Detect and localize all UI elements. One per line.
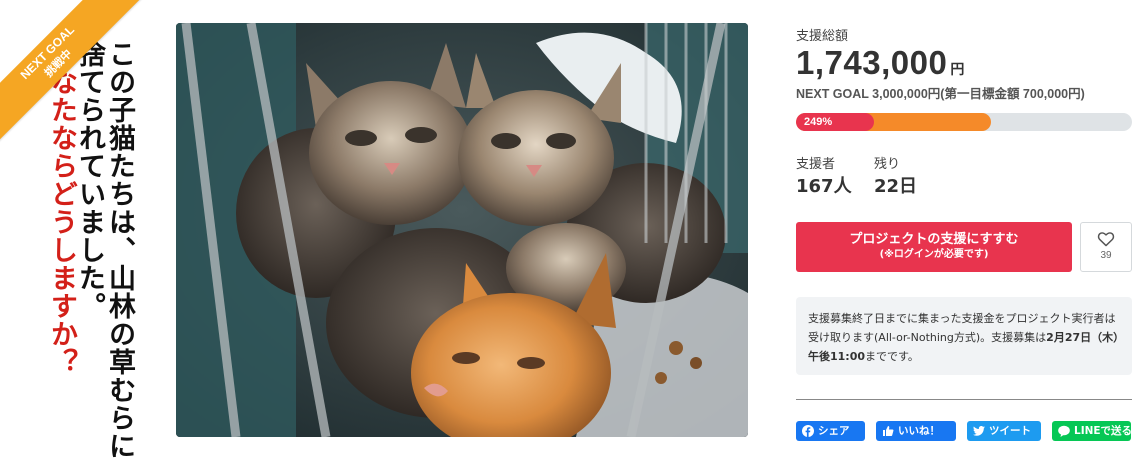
remaining-label: 残り [874, 157, 901, 172]
vertical-text-line-1: この子猫たちは、山林の草むらに [104, 40, 135, 460]
facebook-share-label: シェア [818, 425, 850, 437]
facebook-share-button[interactable]: シェア [796, 421, 865, 441]
funding-progress-bar: 249% [796, 113, 1132, 131]
support-project-button[interactable]: プロジェクトの支援にすすむ (※ログインが必要です) [796, 222, 1072, 272]
support-total-label: 支援総額 [796, 29, 849, 44]
heart-icon [1097, 232, 1115, 247]
all-or-nothing-notice: 支援募集終了日までに集まった支援金をプロジェクト実行者は受け取ります(All-o… [796, 297, 1132, 375]
line-icon [1058, 425, 1070, 437]
kittens-photo-illustration [176, 23, 748, 437]
favorite-button[interactable]: 39 [1080, 222, 1132, 272]
support-button-label: プロジェクトの支援にすすむ [849, 232, 1019, 247]
line-send-label: LINEで送る [1074, 425, 1133, 437]
support-button-login-note: (※ログインが必要です) [879, 249, 989, 260]
backers-count: 167人 [796, 176, 852, 197]
next-goal-text: NEXT GOAL 3,000,000円(第一目標金額 700,000円) [796, 87, 1085, 101]
amount-value: 1,743,000 [796, 44, 948, 81]
facebook-like-button[interactable]: いいね！ [876, 421, 956, 441]
project-main-image[interactable] [176, 23, 748, 437]
twitter-tweet-button[interactable]: ツイート [967, 421, 1041, 441]
notice-text-end: までです。 [865, 350, 919, 363]
thumbs-up-icon [883, 426, 894, 436]
remaining-days: 22日 [874, 176, 918, 197]
line-send-button[interactable]: LINEで送る [1052, 421, 1133, 441]
twitter-bird-icon [973, 426, 985, 436]
support-total-amount: 1,743,000 円 [796, 44, 964, 82]
amount-unit: 円 [950, 62, 965, 78]
backers-label: 支援者 [796, 157, 836, 172]
vertical-text-line-2: 捨てられていました。 [74, 40, 105, 320]
divider [796, 399, 1132, 400]
progress-percent-label: 249% [804, 116, 833, 128]
vertical-text-line-3: あなたならどうしますか？ [46, 40, 77, 376]
facebook-icon [802, 425, 814, 437]
promo-vertical-text-panel: この子猫たちは、山林の草むらに 捨てられていました。 あなたならどうしますか？ … [0, 0, 150, 464]
project-summary-panel: 支援総額 1,743,000 円 NEXT GOAL 3,000,000円(第一目… [796, 0, 1136, 464]
facebook-like-label: いいね！ [898, 425, 940, 437]
favorite-count: 39 [1100, 250, 1112, 261]
twitter-tweet-label: ツイート [989, 425, 1031, 437]
